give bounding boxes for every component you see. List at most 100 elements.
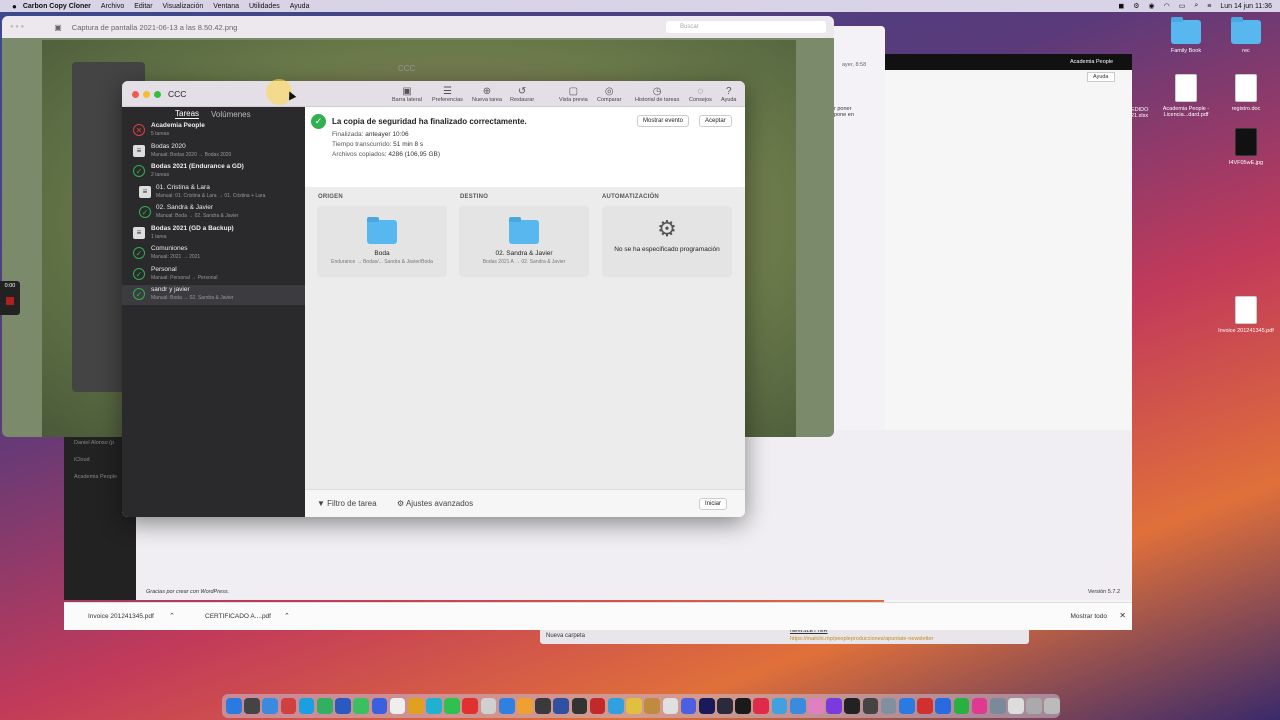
dock-app-icon[interactable] (753, 698, 770, 714)
dock-app-icon[interactable] (898, 698, 915, 714)
close-button[interactable] (132, 91, 139, 98)
dock-app-icon[interactable] (498, 698, 515, 714)
new-folder-label[interactable]: Nueva carpeta (546, 633, 585, 639)
show-event-button[interactable]: Mostrar evento (637, 115, 690, 127)
dock-app-icon[interactable] (571, 698, 588, 714)
dock-app-icon[interactable] (480, 698, 497, 714)
dock-app-icon[interactable] (789, 698, 806, 714)
menu-item[interactable]: Utilidades (249, 3, 280, 10)
task-row[interactable]: ✓ Bodas 2021 (Endurance a GD) 2 tareas (122, 162, 305, 182)
newsletter-link[interactable]: https://mailchi.mp/peopleproducciones/ap… (790, 636, 933, 642)
accept-button[interactable]: Aceptar (699, 115, 732, 127)
dock-app-icon[interactable] (316, 698, 333, 714)
dock-app-icon[interactable] (517, 698, 533, 714)
dock-app-icon[interactable] (935, 698, 951, 714)
search-icon[interactable]: ⌕ (1194, 2, 1198, 10)
dock-app-icon[interactable] (335, 698, 351, 714)
dock-app-icon[interactable] (826, 698, 842, 714)
search-input[interactable]: Buscar (666, 21, 826, 33)
dock-app-icon[interactable] (971, 698, 988, 714)
toolbar-new-task[interactable]: ⊕ Nueva tarea (472, 86, 502, 103)
help-dropdown[interactable]: Ayuda (1087, 72, 1115, 82)
sidebar-icon[interactable]: ▣ (54, 23, 62, 32)
toolbar-history[interactable]: ◷ Historial de tareas (635, 86, 679, 103)
toolbar-compare[interactable]: ◎ Comparar (597, 86, 621, 103)
dock-app-icon[interactable] (680, 698, 697, 714)
dock-app-icon[interactable] (1044, 698, 1061, 714)
task-row[interactable]: ≡ Bodas 2021 (GD a Backup) 1 tarea (122, 224, 305, 244)
gear-icon[interactable]: ⚙ (1133, 2, 1139, 10)
minimize-button[interactable] (143, 91, 150, 98)
desktop-doc[interactable]: Invoice 201241345.pdf (1216, 296, 1276, 334)
dock-app-icon[interactable] (389, 698, 406, 714)
desktop-label-partial[interactable]: EDIDO 21.xlsx (1131, 107, 1155, 119)
battery-icon[interactable]: ▭ (1179, 2, 1186, 10)
toolbar-help[interactable]: ? Ayuda (721, 86, 737, 103)
download-item[interactable]: Invoice 201241345.pdf (88, 613, 154, 620)
dock-app-icon[interactable] (808, 698, 824, 714)
menu-item[interactable]: Archivo (101, 3, 124, 10)
dock-app-icon[interactable] (407, 698, 424, 714)
dock-app-icon[interactable] (953, 698, 970, 714)
show-all-link[interactable]: Mostrar todo (1071, 613, 1108, 620)
dock-app-icon[interactable] (589, 698, 606, 714)
menu-item[interactable]: Editar (134, 3, 152, 10)
traffic-lights[interactable]: ● ● ● (10, 24, 24, 30)
control-center-icon[interactable]: ≡ (1207, 3, 1211, 10)
dock-app-icon[interactable] (280, 698, 297, 714)
task-row[interactable]: ✓ sandr y javier Manual: Boda → 02. Sandra… (122, 285, 305, 305)
tab-volumes[interactable]: Volúmenes (211, 110, 251, 119)
dock-app-icon[interactable] (717, 698, 733, 714)
dock-app-icon[interactable] (1008, 698, 1024, 714)
clock[interactable]: Lun 14 jun 11:36 (1220, 3, 1272, 10)
dock-app-icon[interactable] (644, 698, 660, 714)
toolbar-preferences[interactable]: ☰ Preferencias (432, 86, 463, 103)
wifi-icon[interactable]: ◠ (1164, 2, 1170, 10)
zoom-button[interactable] (154, 91, 161, 98)
dock-app-icon[interactable] (880, 698, 897, 714)
status-icon[interactable]: ◉ (1149, 2, 1155, 10)
task-row[interactable]: ✓ 02. Sandra & Javier Manual: Boda → 02. S… (122, 203, 305, 223)
task-row[interactable]: ✓ Personal Manual: Personal → Personal (122, 265, 305, 285)
dock-app-icon[interactable] (244, 698, 260, 714)
desktop-folder[interactable]: Family Book (1156, 17, 1216, 54)
dock-app-icon[interactable] (989, 698, 1006, 714)
dock-app-icon[interactable] (735, 698, 751, 714)
dock-app-icon[interactable] (553, 698, 570, 714)
desktop-folder[interactable]: rec (1216, 17, 1276, 54)
tab-tasks[interactable]: Tareas (175, 109, 200, 119)
dock-app-icon[interactable] (771, 698, 788, 714)
task-row[interactable]: ✓ Comuniones Manual: 2021 → 2021 (122, 244, 305, 264)
dock-app-icon[interactable] (862, 698, 879, 714)
dock-app-icon[interactable] (698, 698, 715, 714)
start-button[interactable]: Iniciar (699, 498, 728, 510)
desktop-doc[interactable]: Academia People - Licencia...dard.pdf (1156, 74, 1216, 118)
apple-icon[interactable]: ● (12, 2, 17, 11)
dock-app-icon[interactable] (353, 698, 369, 714)
automation-card[interactable]: ⚙ No se ha especificado programación (602, 206, 732, 277)
stop-icon[interactable] (6, 297, 14, 305)
chevron-up-icon[interactable]: ⌃ (284, 612, 290, 620)
task-row[interactable]: ≡ 01. Cristina & Lara Manual: 01. Cristina… (122, 183, 305, 203)
dock-app-icon[interactable] (607, 698, 624, 714)
download-item[interactable]: CERTIFICADO A....pdf (205, 613, 271, 620)
status-icon[interactable]: ◼ (1118, 2, 1124, 10)
dock-app-icon[interactable] (371, 698, 388, 714)
dock-app-icon[interactable] (444, 698, 460, 714)
task-row[interactable]: ≡ Bodas 2020 Manual: Bodas 2020 → Bodas 20… (122, 142, 305, 162)
dock-app-icon[interactable] (1026, 698, 1042, 714)
dock-app-icon[interactable] (462, 698, 479, 714)
dock-app-icon[interactable] (917, 698, 933, 714)
desktop-doc[interactable]: registro.doc (1216, 74, 1276, 112)
toolbar-preview[interactable]: ▢ Vista previa (559, 86, 588, 103)
dock-app-icon[interactable] (426, 698, 442, 714)
menu-item[interactable]: Visualización (163, 3, 204, 10)
dock-app-icon[interactable] (662, 698, 679, 714)
chevron-up-icon[interactable]: ⌃ (169, 612, 175, 620)
dock-app-icon[interactable] (226, 698, 242, 714)
dock-app-icon[interactable] (262, 698, 279, 714)
menu-item[interactable]: Ventana (213, 3, 239, 10)
advanced-settings-button[interactable]: ⚙ Ajustes avanzados (397, 499, 473, 508)
dock-app-icon[interactable] (626, 698, 642, 714)
desktop-doc[interactable]: I4VF05wE.jpg (1216, 128, 1276, 166)
